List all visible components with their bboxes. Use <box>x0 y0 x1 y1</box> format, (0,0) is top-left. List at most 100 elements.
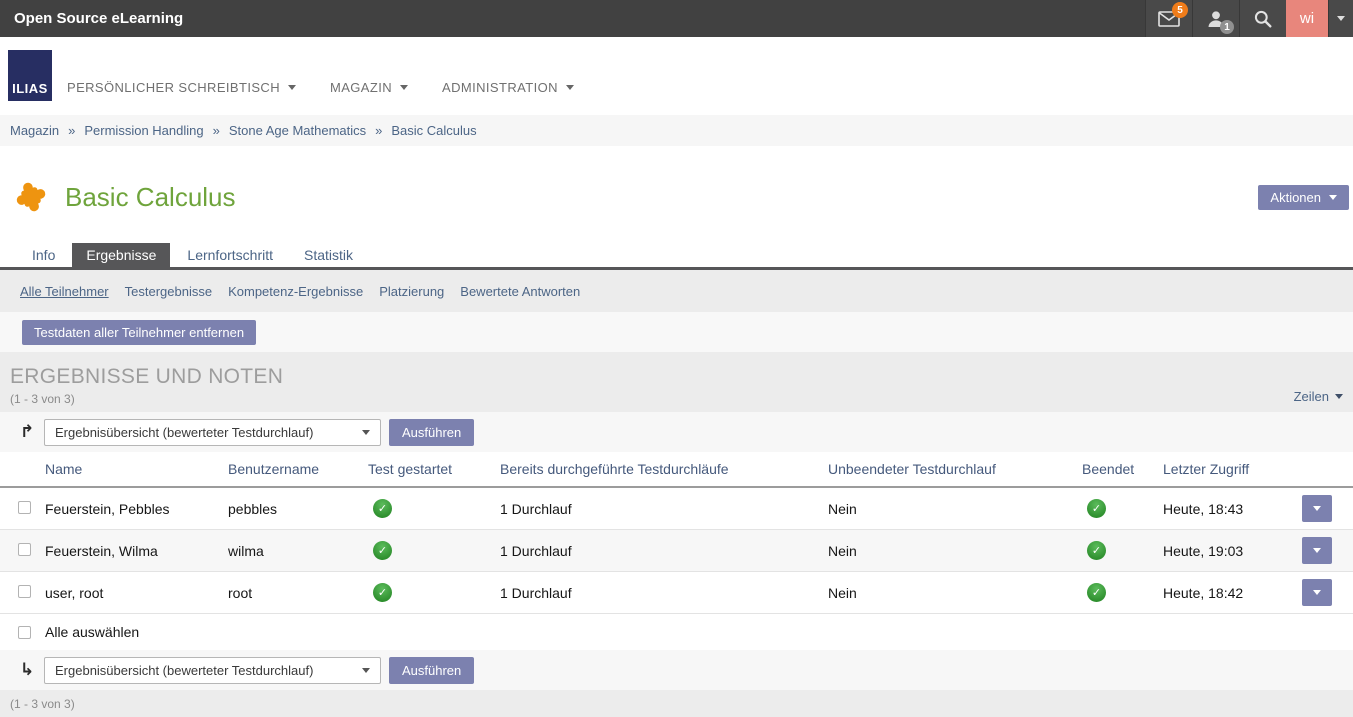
check-circle-icon: ✓ <box>373 499 392 518</box>
cell-username: wilma <box>228 543 368 559</box>
chevron-down-icon <box>1313 506 1321 511</box>
cell-last-access: Heute, 18:42 <box>1163 585 1302 601</box>
row-actions-dropdown[interactable] <box>1302 495 1332 522</box>
row-checkbox[interactable] <box>18 501 31 514</box>
subtab-kompetenz-ergebnisse[interactable]: Kompetenz-Ergebnisse <box>228 284 363 299</box>
breadcrumb-link[interactable]: Magazin <box>10 123 59 138</box>
header: ILIAS PERSÖNLICHER SCHREIBTISCH MAGAZIN … <box>0 37 1353 115</box>
breadcrumb: Magazin » Permission Handling » Stone Ag… <box>0 115 1353 146</box>
select-all-checkbox[interactable] <box>18 626 31 639</box>
result-count-footer: (1 - 3 von 3) <box>10 697 75 711</box>
subtab-testergebnisse[interactable]: Testergebnisse <box>125 284 212 299</box>
topbar: Open Source eLearning 5 1 <box>0 0 1353 37</box>
cell-last-access: Heute, 19:03 <box>1163 543 1302 559</box>
execute-button-bottom[interactable]: Ausführen <box>389 657 474 684</box>
breadcrumb-link[interactable]: Stone Age Mathematics <box>229 123 366 138</box>
column-header-letzter-zugriff: Letzter Zugriff <box>1163 461 1302 477</box>
chevron-down-icon <box>566 85 574 90</box>
cell-unfinished: Nein <box>828 543 1082 559</box>
breadcrumb-separator: » <box>68 123 75 138</box>
topbar-actions: 5 1 wi <box>1145 0 1353 37</box>
cell-last-access: Heute, 18:43 <box>1163 501 1302 517</box>
table-row: user, root root ✓ 1 Durchlauf Nein ✓ Heu… <box>0 572 1353 614</box>
bulk-action-selected-value: Ergebnisübersicht (bewerteter Testdurchl… <box>55 425 313 440</box>
row-actions-dropdown[interactable] <box>1302 579 1332 606</box>
mail-button[interactable]: 5 <box>1145 0 1192 37</box>
tab-ergebnisse[interactable]: Ergebnisse <box>72 243 170 267</box>
row-actions-dropdown[interactable] <box>1302 537 1332 564</box>
column-header-name: Name <box>45 461 228 477</box>
page-header: Basic Calculus Aktionen <box>0 146 1353 243</box>
arrow-down-right-icon: ↳ <box>18 662 36 679</box>
nav-label: PERSÖNLICHER SCHREIBTISCH <box>67 80 280 95</box>
row-checkbox[interactable] <box>18 585 31 598</box>
chevron-down-icon <box>362 668 370 673</box>
cell-runs: 1 Durchlauf <box>500 501 828 517</box>
subtab-platzierung[interactable]: Platzierung <box>379 284 444 299</box>
nav-administration[interactable]: ADMINISTRATION <box>442 80 574 95</box>
bulk-action-select-top[interactable]: Ergebnisübersicht (bewerteter Testdurchl… <box>44 419 381 446</box>
chevron-down-icon <box>1313 590 1321 595</box>
column-header-testdurchlaeufe: Bereits durchgeführte Testdurchläufe <box>500 461 828 477</box>
subtabbar: Alle Teilnehmer Testergebnisse Kompetenz… <box>0 270 1353 312</box>
toolbar: Testdaten aller Teilnehmer entfernen <box>0 312 1353 352</box>
subtab-alle-teilnehmer[interactable]: Alle Teilnehmer <box>20 284 109 299</box>
tab-statistik[interactable]: Statistik <box>290 243 367 267</box>
tab-info[interactable]: Info <box>18 243 69 267</box>
check-circle-icon: ✓ <box>373 541 392 560</box>
section-title: ERGEBNISSE UND NOTEN <box>10 352 1353 389</box>
user-menu-button[interactable] <box>1328 0 1353 37</box>
result-count: (1 - 3 von 3) <box>10 392 1353 406</box>
results-heading-band: ERGEBNISSE UND NOTEN (1 - 3 von 3) Zeile… <box>0 352 1353 412</box>
execute-button-top[interactable]: Ausführen <box>389 419 474 446</box>
tabbar: Info Ergebnisse Lernfortschritt Statisti… <box>0 243 1353 270</box>
nav-personal-desktop[interactable]: PERSÖNLICHER SCHREIBTISCH <box>67 80 296 95</box>
app-title: Open Source eLearning <box>0 0 1145 37</box>
chevron-down-icon <box>1337 16 1345 21</box>
chevron-down-icon <box>362 430 370 435</box>
row-checkbox[interactable] <box>18 543 31 556</box>
table-row: Feuerstein, Pebbles pebbles ✓ 1 Durchlau… <box>0 488 1353 530</box>
who-is-online-button[interactable]: 1 <box>1192 0 1239 37</box>
nav-label: ADMINISTRATION <box>442 80 558 95</box>
chevron-down-icon <box>400 85 408 90</box>
check-circle-icon: ✓ <box>1087 541 1106 560</box>
page-title: Basic Calculus <box>65 182 236 213</box>
cell-name: user, root <box>45 585 228 601</box>
cell-username: pebbles <box>228 501 368 517</box>
select-all-label: Alle auswählen <box>45 624 139 640</box>
cell-username: root <box>228 585 368 601</box>
actions-button[interactable]: Aktionen <box>1258 185 1349 210</box>
chevron-down-icon <box>1335 394 1343 399</box>
bulk-action-select-bottom[interactable]: Ergebnisübersicht (bewerteter Testdurchl… <box>44 657 381 684</box>
actions-button-label: Aktionen <box>1270 190 1321 205</box>
avatar[interactable]: wi <box>1286 0 1328 37</box>
breadcrumb-link[interactable]: Permission Handling <box>84 123 203 138</box>
online-badge: 1 <box>1220 20 1234 34</box>
nav-label: MAGAZIN <box>330 80 392 95</box>
chevron-down-icon <box>1329 195 1337 200</box>
ilias-logo[interactable]: ILIAS <box>8 50 52 101</box>
check-circle-icon: ✓ <box>1087 499 1106 518</box>
column-header-beendet: Beendet <box>1082 461 1163 477</box>
main-nav: PERSÖNLICHER SCHREIBTISCH MAGAZIN ADMINI… <box>67 80 574 95</box>
tab-lernfortschritt[interactable]: Lernfortschritt <box>173 243 287 267</box>
breadcrumb-link[interactable]: Basic Calculus <box>391 123 476 138</box>
arrow-up-right-icon: ↱ <box>18 424 36 441</box>
column-header-test-gestartet: Test gestartet <box>368 461 500 477</box>
search-icon <box>1254 10 1272 28</box>
delete-all-testdata-button[interactable]: Testdaten aller Teilnehmer entfernen <box>22 320 256 345</box>
subtab-bewertete-antworten[interactable]: Bewertete Antworten <box>460 284 580 299</box>
cell-runs: 1 Durchlauf <box>500 543 828 559</box>
search-button[interactable] <box>1239 0 1286 37</box>
cell-unfinished: Nein <box>828 501 1082 517</box>
bulk-action-selected-value: Ergebnisübersicht (bewerteter Testdurchl… <box>55 663 313 678</box>
cell-runs: 1 Durchlauf <box>500 585 828 601</box>
rows-menu-button[interactable]: Zeilen <box>1294 389 1343 404</box>
nav-repository[interactable]: MAGAZIN <box>330 80 408 95</box>
cell-unfinished: Nein <box>828 585 1082 601</box>
column-header-benutzername: Benutzername <box>228 461 368 477</box>
puzzle-icon <box>12 178 50 216</box>
column-header-unbeendeter: Unbeendeter Testdurchlauf <box>828 461 1082 477</box>
cell-name: Feuerstein, Wilma <box>45 543 228 559</box>
